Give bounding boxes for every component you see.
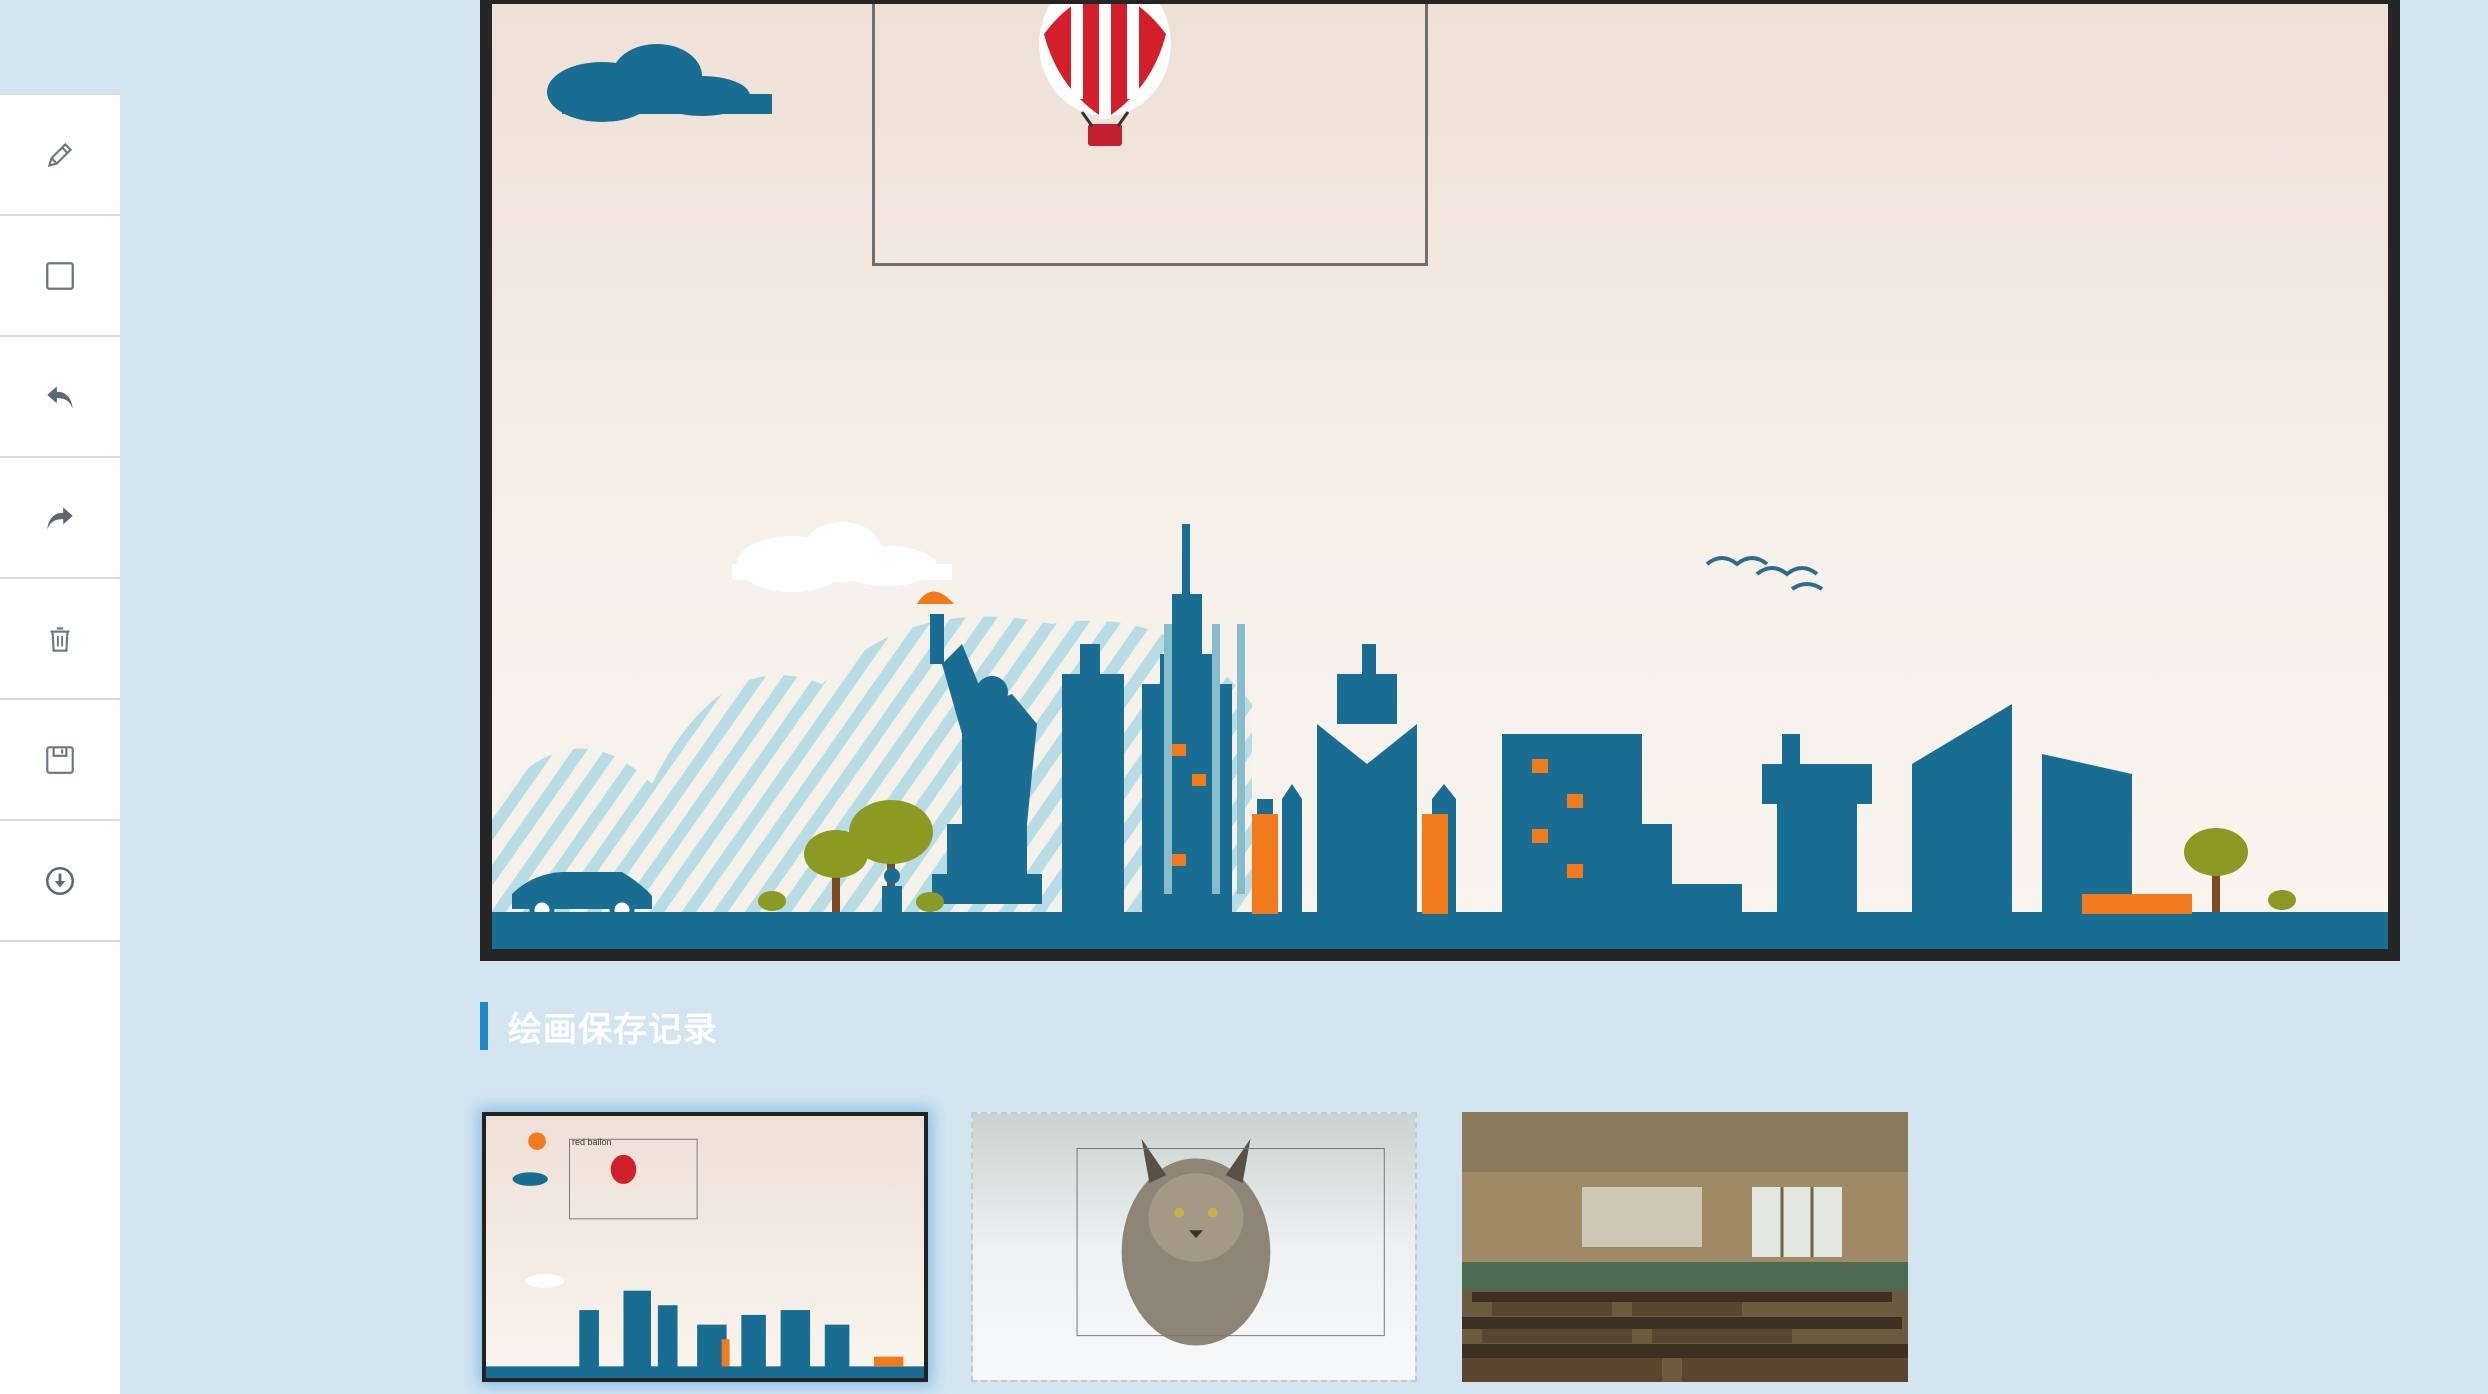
skyline-thumbnail-image [486,1116,924,1378]
trash-icon [50,626,70,652]
redo-icon [47,506,73,530]
rectangle-tool-button[interactable] [0,214,120,335]
city-skyline-artwork [492,4,2388,949]
save-icon [46,745,74,774]
save-button[interactable] [0,698,120,819]
history-thumbnail-lynx[interactable] [971,1112,1417,1382]
pencil-icon [47,142,73,167]
toolbar [0,0,120,1394]
redo-button[interactable] [0,456,120,577]
delete-button[interactable] [0,577,120,698]
rectangle-icon [46,261,74,290]
download-button[interactable] [0,819,120,942]
drawing-canvas[interactable] [480,0,2400,961]
selection-rectangle[interactable] [872,4,1428,266]
history-section-title: 绘画保存记录 [480,1002,718,1050]
undo-icon [47,385,73,409]
thumbnail-caption: red ballon [572,1137,612,1147]
download-icon [45,866,75,895]
pencil-tool-button[interactable] [0,93,120,214]
lynx-thumbnail-image [973,1114,1415,1380]
classroom-thumbnail-image [1462,1112,1908,1382]
history-thumbnail-skyline[interactable]: red ballon [482,1112,928,1382]
undo-button[interactable] [0,335,120,456]
history-thumbnail-classroom[interactable] [1462,1112,1908,1382]
toolbar-top-spacer [0,0,120,93]
